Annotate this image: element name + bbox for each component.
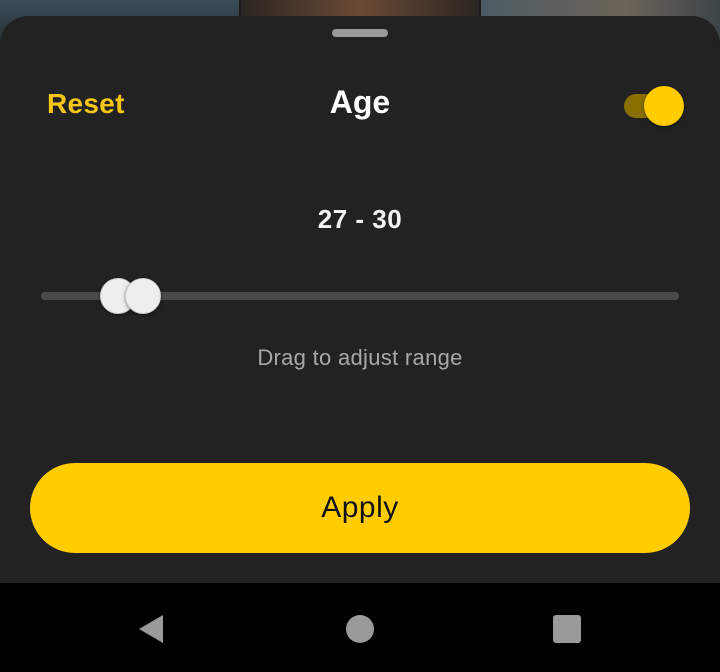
home-circle-icon[interactable] [346,615,374,643]
age-filter-toggle[interactable] [624,86,684,126]
age-range-value: 27 - 30 [317,204,403,234]
slider-hint: Drag to adjust range [257,345,463,370]
slider-max-thumb[interactable] [125,278,162,314]
sheet-title: Age [329,84,391,120]
age-filter-screen: Reset Age 27 - 30 Drag to adjust range A… [0,0,720,672]
apply-button[interactable]: Apply [30,463,690,553]
recents-square-icon[interactable] [553,615,581,643]
sheet-drag-handle[interactable] [332,29,388,37]
toggle-thumb [644,86,684,126]
filter-bottom-sheet: Reset Age 27 - 30 Drag to adjust range A… [0,16,720,583]
back-triangle-icon[interactable] [137,613,165,645]
system-navigation-bar [0,583,720,672]
age-range-slider[interactable] [41,278,679,314]
